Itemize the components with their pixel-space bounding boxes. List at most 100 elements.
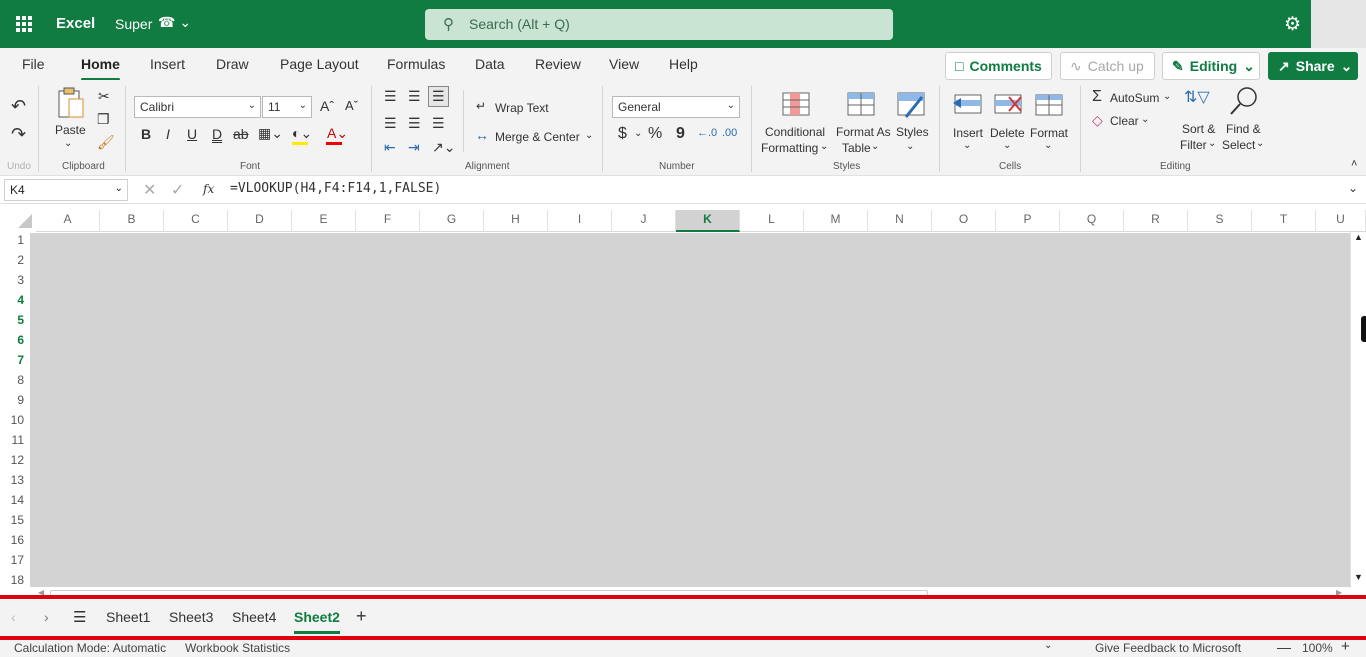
row-header[interactable]: 15 <box>0 510 30 530</box>
clear-button[interactable]: Clear <box>1110 114 1139 128</box>
row-header[interactable]: 9 <box>0 390 30 410</box>
row-header[interactable]: 13 <box>0 470 30 490</box>
tab-view[interactable]: View <box>609 56 639 72</box>
tab-review[interactable]: Review <box>535 56 581 72</box>
wrap-text-icon[interactable]: ↵ <box>476 99 486 113</box>
redo-icon[interactable]: ↷ <box>11 124 26 145</box>
row-header[interactable]: 2 <box>0 250 30 270</box>
format-as-table-icon[interactable] <box>846 91 876 119</box>
chevron-down-icon[interactable]: ⌄ <box>1044 140 1052 151</box>
conditional-formatting-label-2[interactable]: Formatting <box>761 141 818 155</box>
sheet-grid-overlay[interactable] <box>30 233 1350 587</box>
insert-cells-icon[interactable] <box>953 91 983 119</box>
chevron-down-icon[interactable]: ⌄ <box>963 140 971 151</box>
column-header[interactable]: L <box>740 210 804 232</box>
chevron-down-icon[interactable]: ⌄ <box>871 141 879 152</box>
formula-input[interactable]: =VLOOKUP(H4,F4:F14,1,FALSE) <box>230 181 441 196</box>
strikethrough-button[interactable]: ab <box>233 126 249 142</box>
chevron-down-icon[interactable]: ⌄ <box>64 138 72 149</box>
font-color-icon[interactable]: A⌄ <box>327 125 348 142</box>
bold-button[interactable]: B <box>141 126 151 142</box>
zoom-out-icon[interactable]: — <box>1277 639 1291 655</box>
undo-icon[interactable]: ↶ <box>11 96 26 117</box>
chevron-down-icon[interactable]: ⌄ <box>820 141 828 152</box>
row-header[interactable]: 18 <box>0 570 30 590</box>
select-all-icon[interactable] <box>18 214 32 228</box>
side-panel-handle[interactable] <box>1361 316 1366 342</box>
app-name[interactable]: Excel <box>56 15 95 32</box>
row-header[interactable]: 12 <box>0 450 30 470</box>
column-header[interactable]: C <box>164 210 228 232</box>
delete-cells-label[interactable]: Delete <box>990 126 1025 140</box>
column-header[interactable]: M <box>804 210 868 232</box>
column-header[interactable]: R <box>1124 210 1188 232</box>
align-bottom-icon[interactable]: ☰ <box>428 86 449 107</box>
column-header[interactable]: B <box>100 210 164 232</box>
row-header-selected[interactable]: 7 <box>0 350 30 370</box>
search-box[interactable]: ⚲ Search (Alt + Q) <box>425 9 893 40</box>
chevron-down-icon[interactable]: ⌄ <box>585 130 593 141</box>
format-cells-label[interactable]: Format <box>1030 126 1068 140</box>
format-as-table-label-2[interactable]: Table <box>842 141 871 155</box>
shrink-font-icon[interactable]: Aˇ <box>345 98 358 113</box>
tab-draw[interactable]: Draw <box>216 56 249 72</box>
tab-home[interactable]: Home <box>81 56 120 81</box>
tab-help[interactable]: Help <box>669 56 698 72</box>
scroll-up-icon[interactable]: ▲ <box>1354 232 1363 242</box>
borders-icon[interactable]: ▦⌄ <box>258 125 283 142</box>
decrease-decimal-icon[interactable]: .00 <box>722 127 737 139</box>
row-header[interactable]: 17 <box>0 550 30 570</box>
expand-formula-bar-icon[interactable]: ⌄ <box>1348 181 1358 195</box>
editing-mode-button[interactable]: ✎ Editing ⌄ <box>1162 52 1260 80</box>
decrease-indent-icon[interactable]: ⇤ <box>384 139 396 156</box>
column-header[interactable]: D <box>228 210 292 232</box>
share-button[interactable]: ↗ Share ⌄ <box>1268 52 1358 80</box>
column-header-selected[interactable]: K <box>676 210 740 232</box>
format-painter-icon[interactable]: 🖌︎ <box>97 134 115 151</box>
tab-insert[interactable]: Insert <box>150 56 185 72</box>
chevron-down-icon[interactable]: ⌄ <box>1208 138 1216 149</box>
font-size-select[interactable]: 11 ⌄ <box>262 96 312 118</box>
format-as-table-label-1[interactable]: Format As <box>836 125 891 139</box>
orientation-icon[interactable]: ↗⌄ <box>432 139 455 156</box>
sort-filter-label-2[interactable]: Filter <box>1180 138 1207 152</box>
format-cells-icon[interactable] <box>1034 91 1064 119</box>
row-header-selected[interactable]: 6 <box>0 330 30 350</box>
currency-button[interactable]: $ <box>618 125 627 143</box>
app-launcher-icon[interactable] <box>16 16 32 32</box>
font-name-select[interactable]: Calibri ⌄ <box>134 96 261 118</box>
comments-button[interactable]: □ Comments <box>945 52 1052 80</box>
tab-page-layout[interactable]: Page Layout <box>280 56 359 72</box>
conditional-formatting-icon[interactable] <box>781 91 811 119</box>
calculation-mode[interactable]: Calculation Mode: Automatic <box>14 641 166 655</box>
scroll-down-icon[interactable]: ▼ <box>1354 572 1363 582</box>
gear-icon[interactable]: ⚙ <box>1284 13 1301 36</box>
insert-cells-label[interactable]: Insert <box>953 126 983 140</box>
row-header[interactable]: 3 <box>0 270 30 290</box>
row-header[interactable]: 14 <box>0 490 30 510</box>
column-header[interactable]: S <box>1188 210 1252 232</box>
column-header[interactable]: J <box>612 210 676 232</box>
add-sheet-icon[interactable]: + <box>356 606 367 627</box>
cut-icon[interactable]: ✂ <box>98 88 110 105</box>
cell-styles-icon[interactable] <box>896 91 926 119</box>
conditional-formatting-label-1[interactable]: Conditional <box>765 125 825 139</box>
align-left-icon[interactable]: ☰ <box>384 115 397 132</box>
vertical-scrollbar[interactable]: ▲ ▼ <box>1350 232 1366 588</box>
feedback-link[interactable]: Give Feedback to Microsoft <box>1095 641 1241 655</box>
row-header-selected[interactable]: 5 <box>0 310 30 330</box>
document-name[interactable]: Super <box>115 16 152 32</box>
align-center-icon[interactable]: ☰ <box>408 115 421 132</box>
sheet-tab-active[interactable]: Sheet2 <box>294 609 340 634</box>
sort-filter-icon[interactable]: ⇅▽ <box>1184 87 1210 107</box>
all-sheets-menu-icon[interactable]: ☰ <box>73 608 86 626</box>
delete-cells-icon[interactable] <box>993 91 1023 119</box>
row-header[interactable]: 11 <box>0 430 30 450</box>
cancel-entry-icon[interactable]: ✕ <box>143 180 156 200</box>
row-header[interactable]: 1 <box>0 230 30 250</box>
column-header[interactable]: G <box>420 210 484 232</box>
column-header[interactable]: E <box>292 210 356 232</box>
find-select-icon[interactable] <box>1228 86 1260 116</box>
increase-indent-icon[interactable]: ⇥ <box>408 139 420 156</box>
name-box[interactable]: K4 ⌄ <box>4 179 128 201</box>
